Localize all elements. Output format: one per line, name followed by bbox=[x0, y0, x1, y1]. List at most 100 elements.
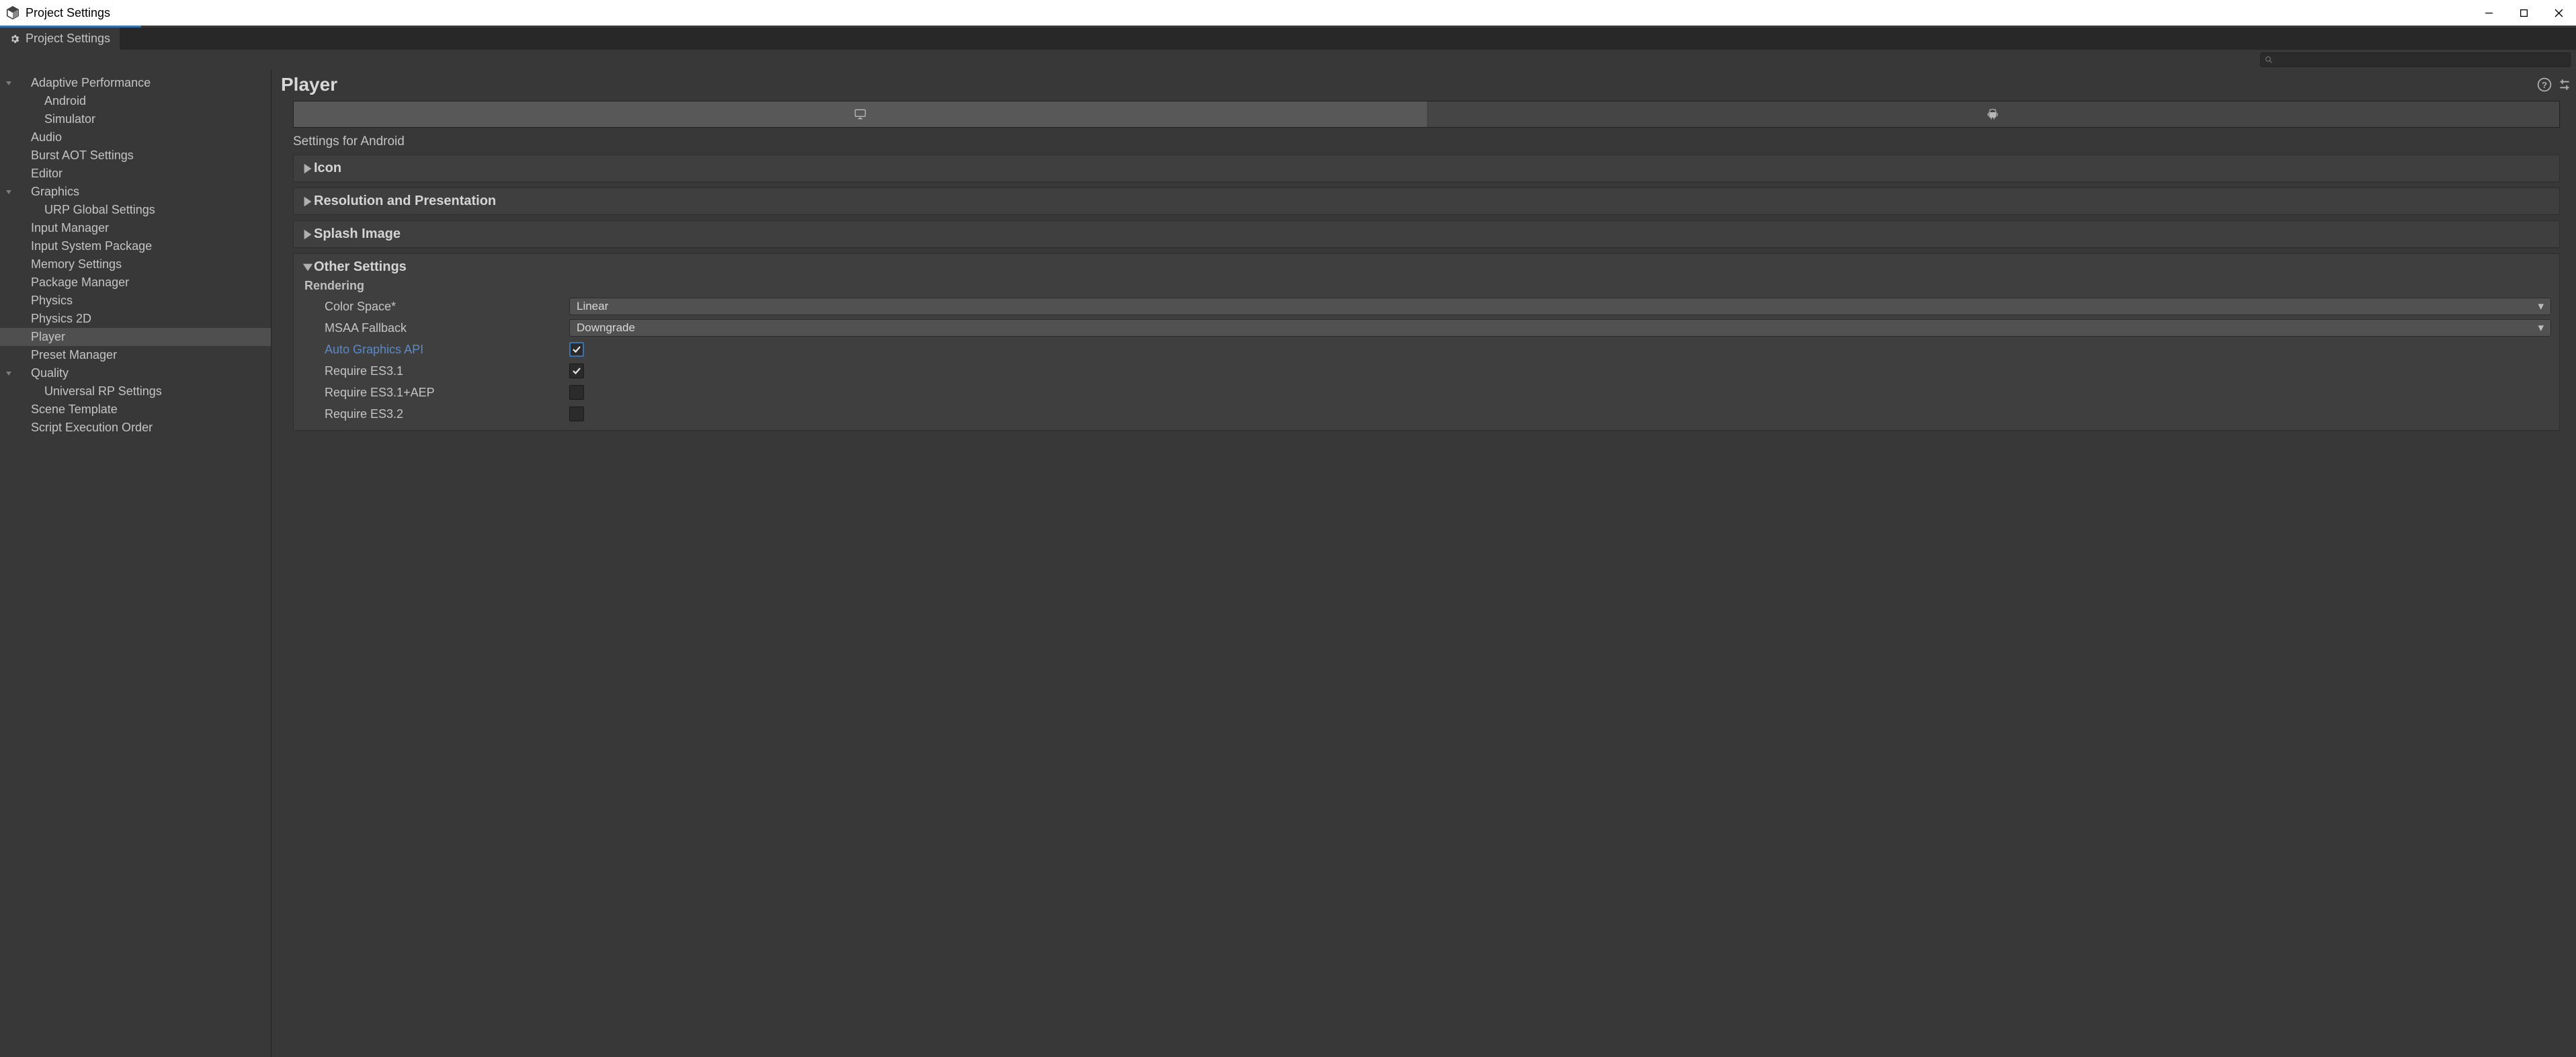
field-require-es32: Require ES3.2 bbox=[302, 403, 2551, 425]
search-row bbox=[0, 50, 2576, 70]
sidebar-item-player[interactable]: Player bbox=[0, 328, 271, 346]
check-icon bbox=[572, 366, 581, 376]
platform-tab-standalone[interactable] bbox=[294, 101, 1427, 127]
sidebar-item-label: URP Global Settings bbox=[15, 203, 155, 217]
tab-label: Project Settings bbox=[26, 32, 110, 46]
dropdown-value: Linear bbox=[577, 300, 2538, 313]
sidebar-item-label: Player bbox=[15, 330, 65, 344]
settings-subtitle: Settings for Android bbox=[293, 134, 2572, 149]
dropdown-color-space[interactable]: Linear ▾ bbox=[569, 298, 2551, 315]
field-auto-graphics-api: Auto Graphics API bbox=[302, 339, 2551, 360]
search-input[interactable] bbox=[2260, 52, 2571, 67]
chevron-down-icon: ▾ bbox=[2538, 321, 2544, 335]
section-title: Icon bbox=[314, 161, 341, 176]
checkbox-require-es32[interactable] bbox=[569, 407, 584, 421]
sidebar-item-label: Script Execution Order bbox=[15, 421, 153, 435]
sidebar-item-label: Input Manager bbox=[15, 221, 109, 235]
sidebar-item-label: Physics 2D bbox=[15, 312, 91, 326]
sidebar-item-burst-aot-settings[interactable]: Burst AOT Settings bbox=[0, 146, 271, 165]
section-header-other[interactable]: Other Settings bbox=[302, 259, 2551, 275]
sidebar-item-memory-settings[interactable]: Memory Settings bbox=[0, 255, 271, 273]
android-icon bbox=[1986, 108, 1999, 121]
section-other-settings: Other Settings Rendering Color Space* Li… bbox=[293, 253, 2560, 431]
group-rendering: Rendering bbox=[304, 279, 2551, 293]
section-title: Other Settings bbox=[314, 259, 407, 275]
check-icon bbox=[572, 345, 581, 354]
platform-tabs bbox=[293, 101, 2560, 128]
sidebar-item-android[interactable]: Android bbox=[0, 92, 271, 110]
platform-tab-android[interactable] bbox=[1427, 101, 2560, 127]
window-title: Project Settings bbox=[26, 6, 110, 20]
sidebar-item-label: Memory Settings bbox=[15, 257, 122, 271]
field-label: Require ES3.1 bbox=[302, 364, 569, 378]
window-titlebar: Project Settings bbox=[0, 0, 2576, 26]
settings-sidebar: Adaptive Performance Android Simulator Audi… bbox=[0, 70, 272, 1057]
sidebar-item-label: Physics bbox=[15, 294, 73, 308]
dropdown-msaa-fallback[interactable]: Downgrade ▾ bbox=[569, 319, 2551, 337]
section-title: Splash Image bbox=[314, 226, 401, 242]
sidebar-item-package-manager[interactable]: Package Manager bbox=[0, 273, 271, 292]
svg-text:?: ? bbox=[2542, 80, 2547, 90]
sidebar-item-universal-rp-settings[interactable]: Universal RP Settings bbox=[0, 382, 271, 400]
sidebar-item-editor[interactable]: Editor bbox=[0, 165, 271, 183]
sidebar-item-label: Quality bbox=[15, 366, 69, 380]
sidebar-item-input-manager[interactable]: Input Manager bbox=[0, 219, 271, 237]
sidebar-item-input-system-package[interactable]: Input System Package bbox=[0, 237, 271, 255]
sidebar-item-label: Universal RP Settings bbox=[15, 384, 162, 398]
close-button[interactable] bbox=[2541, 0, 2576, 26]
checkbox-auto-graphics-api[interactable] bbox=[569, 342, 584, 357]
sidebar-item-label: Android bbox=[15, 94, 86, 108]
field-require-es31: Require ES3.1 bbox=[302, 360, 2551, 382]
section-splash[interactable]: Splash Image bbox=[293, 220, 2560, 248]
search-icon bbox=[2265, 56, 2273, 64]
chevron-down-icon bbox=[3, 370, 15, 377]
sidebar-item-label: Scene Template bbox=[15, 403, 118, 417]
sidebar-item-graphics[interactable]: Graphics bbox=[0, 183, 271, 201]
sidebar-item-script-execution-order[interactable]: Script Execution Order bbox=[0, 419, 271, 437]
field-label: Require ES3.2 bbox=[302, 407, 569, 421]
sidebar-item-physics[interactable]: Physics bbox=[0, 292, 271, 310]
sidebar-item-label: Burst AOT Settings bbox=[15, 149, 134, 163]
sidebar-item-label: Preset Manager bbox=[15, 348, 117, 362]
field-msaa-fallback: MSAA Fallback Downgrade ▾ bbox=[302, 317, 2551, 339]
chevron-right-icon bbox=[302, 228, 314, 241]
checkbox-require-es31aep[interactable] bbox=[569, 385, 584, 400]
minimize-button[interactable] bbox=[2471, 0, 2506, 26]
chevron-down-icon bbox=[3, 189, 15, 196]
section-icon[interactable]: Icon bbox=[293, 155, 2560, 182]
tab-project-settings[interactable]: Project Settings bbox=[0, 28, 120, 50]
sidebar-item-label: Package Manager bbox=[15, 276, 129, 290]
field-require-es31aep: Require ES3.1+AEP bbox=[302, 382, 2551, 403]
checkbox-require-es31[interactable] bbox=[569, 364, 584, 378]
page-title: Player bbox=[281, 74, 2532, 95]
section-resolution[interactable]: Resolution and Presentation bbox=[293, 187, 2560, 215]
sidebar-item-physics-2d[interactable]: Physics 2D bbox=[0, 310, 271, 328]
sidebar-item-adaptive-performance[interactable]: Adaptive Performance bbox=[0, 74, 271, 92]
sidebar-item-label: Audio bbox=[15, 130, 62, 144]
dropdown-value: Downgrade bbox=[577, 321, 2538, 335]
main-panel: Player ? Settings for Android Icon bbox=[272, 70, 2576, 1057]
sidebar-item-quality[interactable]: Quality bbox=[0, 364, 271, 382]
chevron-right-icon bbox=[302, 163, 314, 175]
chevron-down-icon: ▾ bbox=[2538, 300, 2544, 313]
sidebar-item-audio[interactable]: Audio bbox=[0, 128, 271, 146]
maximize-button[interactable] bbox=[2506, 0, 2541, 26]
field-label: Auto Graphics API bbox=[302, 343, 569, 357]
settings-preset-icon[interactable] bbox=[2557, 77, 2572, 92]
sidebar-item-preset-manager[interactable]: Preset Manager bbox=[0, 346, 271, 364]
sidebar-item-scene-template[interactable]: Scene Template bbox=[0, 400, 271, 419]
field-label: Color Space* bbox=[302, 300, 569, 314]
field-label: MSAA Fallback bbox=[302, 321, 569, 335]
gear-icon bbox=[9, 34, 20, 44]
sidebar-item-label: Graphics bbox=[15, 185, 79, 199]
sidebar-item-simulator[interactable]: Simulator bbox=[0, 110, 271, 128]
help-icon[interactable]: ? bbox=[2537, 77, 2552, 92]
field-color-space: Color Space* Linear ▾ bbox=[302, 296, 2551, 317]
sidebar-item-label: Simulator bbox=[15, 112, 95, 126]
chevron-right-icon bbox=[302, 196, 314, 208]
sidebar-item-urp-global-settings[interactable]: URP Global Settings bbox=[0, 201, 271, 219]
unity-icon bbox=[5, 5, 20, 20]
sidebar-item-label: Adaptive Performance bbox=[15, 76, 151, 90]
chevron-down-icon bbox=[3, 80, 15, 87]
field-label: Require ES3.1+AEP bbox=[302, 386, 569, 400]
